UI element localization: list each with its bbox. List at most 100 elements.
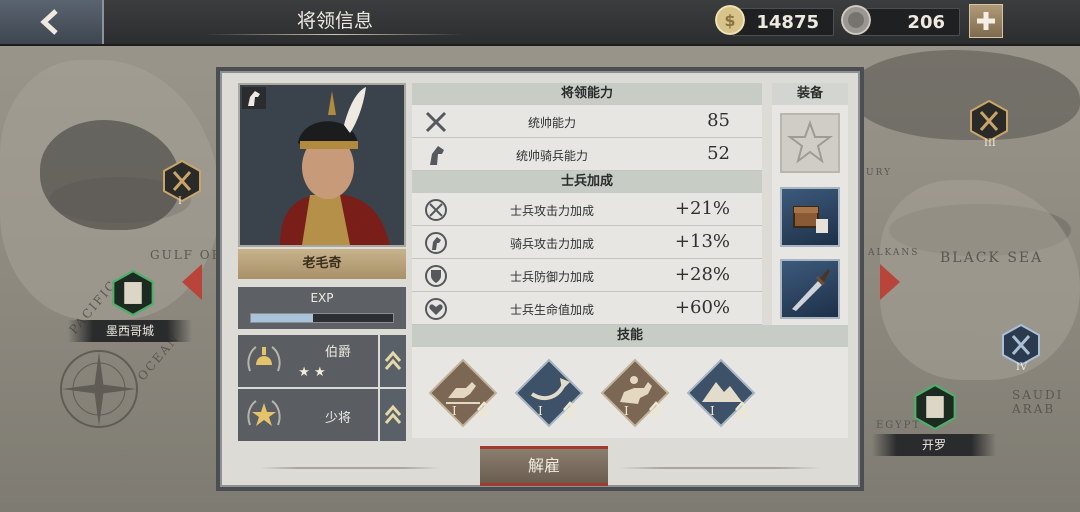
double-up-arrow-icon [563, 401, 577, 419]
double-up-arrow-icon [384, 350, 402, 370]
dagger-icon [792, 269, 830, 311]
bonus-name: 士兵生命值加成 [509, 303, 594, 317]
double-up-arrow-icon [384, 404, 402, 424]
skill-slot[interactable]: I [428, 358, 498, 428]
map-label: SAUDI ARAB [1012, 388, 1064, 416]
double-up-arrow-icon [477, 401, 491, 419]
dismiss-button[interactable]: 解雇 [480, 446, 608, 486]
bonus-row: 士兵生命值加成 +60% [412, 292, 762, 325]
bonus-name: 士兵攻击力加成 [509, 204, 594, 218]
svg-text:$: $ [724, 11, 735, 30]
city-badge-cairo[interactable] [914, 384, 956, 430]
scroll-right-arrow-icon[interactable] [878, 262, 904, 302]
plus-icon [977, 12, 995, 30]
exp-bar-fill [251, 314, 314, 322]
title-underline [205, 34, 465, 35]
roman-numeral: III [984, 138, 996, 149]
bonus-row: 士兵攻击力加成 +21% [412, 193, 762, 226]
equipment-column: 装备 [772, 83, 848, 327]
skill-slot[interactable]: I [514, 358, 584, 428]
army-badge-I[interactable] [163, 160, 201, 202]
skill-level: I [452, 404, 457, 418]
shield-circle-icon [425, 265, 447, 287]
general-name: 老毛奇 [238, 249, 406, 279]
general-portrait [238, 83, 406, 247]
bonus-value: +60% [674, 297, 730, 318]
city-label-mexico[interactable]: 墨西哥城 [68, 320, 192, 342]
medal-placeholder-icon [787, 120, 833, 164]
rank-row-military: 少将 [238, 389, 378, 441]
exp-label: EXP [310, 291, 334, 305]
skill-slot[interactable]: I [686, 358, 756, 428]
bonus-name: 士兵防御力加成 [509, 270, 594, 284]
bonus-row: 骑兵攻击力加成 +13% [412, 226, 762, 259]
horse-class-icon [242, 87, 266, 109]
army-badge-III[interactable] [970, 100, 1008, 142]
skill-level: I [710, 404, 715, 418]
bonus-value: +28% [674, 264, 730, 285]
bonus-value: +13% [674, 231, 730, 252]
compass-rose-icon [60, 350, 138, 428]
silver-counter: 206 [858, 8, 960, 36]
ability-name: 统帅能力 [527, 116, 576, 130]
ability-row: 统帅能力 85 [412, 105, 762, 138]
supply-chest-icon [793, 206, 828, 233]
double-up-arrow-icon [649, 401, 663, 419]
soldier-bonus-header: 士兵加成 [412, 171, 762, 193]
map-label: URY [866, 168, 893, 178]
ability-row: 统帅骑兵能力 52 [412, 138, 762, 171]
city-badge-mexico[interactable] [112, 270, 154, 316]
horse-head-icon [430, 146, 444, 165]
upgrade-military-rank-button[interactable] [380, 389, 406, 441]
ability-value: 52 [707, 143, 730, 164]
map-label: GULF OF [150, 248, 222, 262]
double-up-arrow-icon [735, 401, 749, 419]
exp-bar [250, 313, 394, 323]
exp-box: EXP [238, 287, 406, 329]
skill-slot[interactable]: I [600, 358, 670, 428]
heart-circle-icon [425, 298, 447, 320]
crossed-swords-icon [425, 111, 447, 133]
back-button[interactable] [0, 0, 104, 44]
bonus-row: 士兵防御力加成 +28% [412, 259, 762, 292]
rank-row-title: 伯爵 ★ ★ [238, 335, 378, 387]
equipment-header: 装备 [772, 83, 848, 105]
city-label-cairo[interactable]: 开罗 [872, 434, 996, 456]
swords-circle-icon [425, 199, 447, 221]
equipment-slot-medal[interactable] [780, 113, 840, 173]
skill-level: I [624, 404, 629, 418]
equipment-slot-supply[interactable] [780, 187, 840, 247]
divider-right [620, 467, 820, 469]
rank-title-label: 伯爵 [324, 345, 351, 360]
add-resource-button[interactable] [969, 4, 1003, 38]
divider-left [260, 467, 440, 469]
bonus-name: 骑兵攻击力加成 [509, 237, 594, 251]
gold-counter: 14875 [732, 8, 834, 36]
army-badge-IV[interactable] [1002, 324, 1040, 366]
top-bar: 将领信息 14875 $ 206 [0, 0, 1080, 46]
ability-section-header: 将领能力 [412, 83, 762, 105]
rank-military-label: 少将 [324, 411, 351, 426]
map-label: BLACK SEA [940, 250, 1044, 266]
ability-value: 85 [707, 110, 730, 131]
scroll-left-arrow-icon[interactable] [178, 262, 204, 302]
skills-section: 技能 I I I I [412, 325, 848, 438]
back-arrow-icon [40, 9, 58, 35]
helmet-laurel-icon [247, 346, 281, 372]
roman-numeral: I [178, 196, 182, 207]
skills-header: 技能 [412, 325, 848, 347]
silver-medal-icon [841, 5, 871, 35]
skill-level: I [538, 404, 543, 418]
rank-stars: ★ ★ [298, 365, 326, 380]
horse-circle-icon [425, 232, 447, 254]
roman-numeral: IV [1016, 362, 1028, 373]
general-info-panel: 老毛奇 EXP 伯爵 ★ ★ 少将 将领能力 统帅能力 85 统帅骑兵能力 52… [216, 67, 864, 491]
bonus-value: +21% [674, 198, 730, 219]
star-laurel-icon [247, 400, 281, 426]
map-label: ALKANS [868, 248, 920, 258]
general-portrait-image [240, 85, 404, 245]
upgrade-title-button[interactable] [380, 335, 406, 387]
equipment-slot-dagger[interactable] [780, 259, 840, 319]
gold-coin-icon: $ [715, 5, 745, 35]
ability-name: 统帅骑兵能力 [515, 149, 588, 163]
